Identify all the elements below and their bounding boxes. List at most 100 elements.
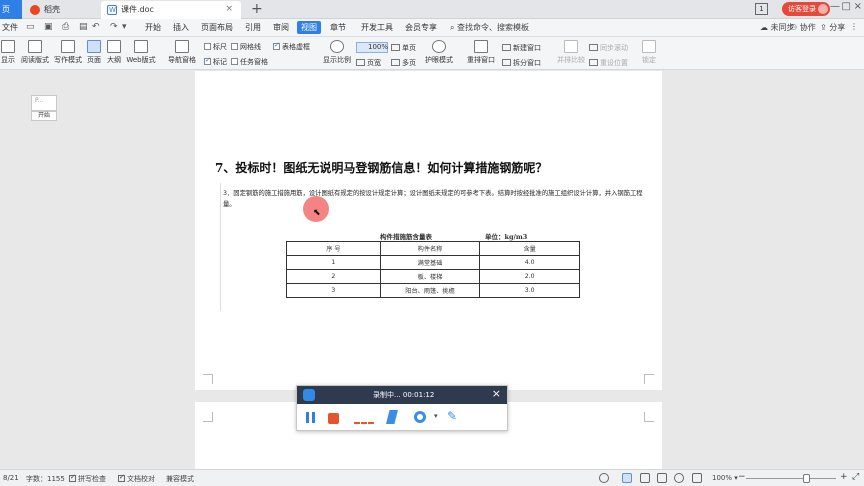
stop-icon[interactable] (328, 413, 339, 424)
home-tab[interactable]: 页 (0, 0, 22, 19)
print-preview-icon[interactable]: ▤ (79, 22, 88, 32)
ruler-checkbox[interactable]: 标尺 (204, 42, 227, 52)
side-by-side-button[interactable]: 并排比较 (556, 40, 586, 65)
menu-start[interactable]: 开始 (145, 22, 161, 33)
redo-icon[interactable]: ↷ (110, 22, 118, 32)
command-search[interactable]: ⌕ 查找命令、搜索模板 (450, 22, 529, 33)
screen-recorder-widget[interactable]: 录制中... 00:01:12 × ▾ ✎ (296, 385, 508, 431)
collab-button[interactable]: ⚇ 协作 (790, 22, 816, 33)
sync-scroll-button[interactable]: 同步滚动 (589, 43, 628, 53)
zoom-slider-handle[interactable] (803, 474, 810, 483)
sync-scroll-label: 同步滚动 (600, 44, 628, 52)
minimize-icon[interactable]: — (830, 1, 840, 12)
mouse-cursor-icon: ⬉ (313, 208, 321, 218)
write-view-icon[interactable] (692, 473, 702, 483)
table-cell: 满堂基础 (379, 255, 481, 270)
eye-mode-button[interactable]: 护眼模式 (424, 40, 454, 65)
tab-docer[interactable]: 稻壳 (24, 1, 100, 19)
multi-page-button[interactable]: 多页 (391, 58, 416, 68)
eye-icon[interactable] (599, 473, 609, 483)
recorder-logo-icon (303, 389, 315, 401)
writing-mode-button[interactable]: 写作模式 (52, 40, 84, 65)
lock-button[interactable]: 锁定 (639, 40, 659, 65)
highlighter-icon[interactable] (386, 410, 398, 424)
menu-chapter[interactable]: 章节 (330, 22, 346, 33)
zoom-slider-track[interactable] (746, 478, 836, 479)
docer-icon (30, 5, 40, 15)
menu-insert[interactable]: 插入 (173, 22, 189, 33)
table-header: 序 号 (286, 241, 381, 256)
split-window-button[interactable]: 拆分窗口 (502, 58, 541, 68)
tab-label: 课件.doc (121, 5, 154, 14)
outline-view-button[interactable]: 大纲 (105, 40, 123, 65)
visitor-login-button[interactable]: 访客登录 (782, 2, 830, 16)
word-doc-icon (107, 2, 117, 19)
web-view-icon[interactable] (674, 473, 684, 483)
camera-icon[interactable] (414, 411, 426, 423)
page-thumbnail[interactable]: P... (31, 95, 57, 111)
table-cell: 板、楼梯 (379, 269, 481, 284)
marks-checkbox[interactable]: 标记 (204, 56, 227, 67)
rearrange-window-button[interactable]: 重排窗口 (463, 40, 499, 65)
checkbox-box (273, 41, 280, 50)
zoom-scale-button[interactable]: 显示比例 (322, 40, 352, 65)
menu-view[interactable]: 视图 (297, 21, 321, 34)
save-icon[interactable]: ▣ (44, 22, 53, 32)
page-width-button[interactable]: 页宽 (356, 58, 381, 68)
fullscreen-icon[interactable]: ⤢ (852, 472, 859, 482)
grid-checkbox[interactable]: 网格线 (231, 42, 261, 52)
document-page[interactable]: 7、投标时！图纸无说明马登钢筋信息！如何计算措施钢筋呢？ 3．固定钢筋的施工措施… (195, 71, 662, 390)
line-tool-icon[interactable] (354, 422, 374, 424)
add-tab-button[interactable]: + (251, 0, 263, 18)
page-indicator[interactable]: 8/21 (3, 474, 19, 482)
menu-reference[interactable]: 引用 (245, 22, 261, 33)
new-window-button[interactable]: 新建窗口 (502, 43, 541, 53)
page-view-button[interactable]: 页面 (85, 40, 103, 65)
pencil-icon[interactable]: ✎ (447, 409, 457, 423)
show-button[interactable]: 显示 (0, 40, 16, 65)
zoom-100-button[interactable]: 100% (356, 42, 388, 53)
checkbox-box (231, 43, 238, 50)
single-page-button[interactable]: 单页 (391, 43, 416, 53)
reading-view-icon[interactable] (657, 473, 667, 483)
avatar (818, 4, 828, 14)
menu-developer[interactable]: 开发工具 (361, 22, 393, 33)
print-icon[interactable]: ⎙ (62, 22, 69, 32)
menu-review[interactable]: 审阅 (273, 22, 289, 33)
nav-pane-button[interactable]: 导航窗格 (164, 40, 200, 65)
reading-mode-button[interactable]: 阅读版式 (20, 40, 50, 65)
share-button[interactable]: ⇪ 分享 (820, 22, 845, 33)
table-virtual-checkbox[interactable]: 表格虚框 (273, 41, 310, 52)
proofread-button[interactable]: 文档校对 (118, 473, 155, 484)
search-icon: ⌕ (450, 23, 455, 32)
word-count[interactable]: 字数：1155 (26, 474, 65, 484)
zoom-dropdown[interactable]: 100% ▾ (712, 474, 738, 482)
share-icon: ⇪ (820, 23, 827, 32)
task-pane-checkbox[interactable]: 任务窗格 (231, 57, 268, 67)
zoom-in-icon[interactable]: + (840, 472, 848, 482)
open-folder-icon[interactable]: ▭ (26, 22, 35, 32)
camera-dropdown-icon[interactable]: ▾ (434, 412, 438, 420)
menu-layout[interactable]: 页面布局 (201, 22, 233, 33)
outline-view-icon[interactable] (640, 473, 650, 483)
recorder-header[interactable]: 录制中... 00:01:12 × (297, 386, 507, 404)
reset-position-button[interactable]: 重设位置 (589, 58, 628, 68)
web-view-button[interactable]: Web版式 (125, 40, 157, 65)
recorder-close-icon[interactable]: × (492, 387, 501, 400)
page-view-icon[interactable] (622, 473, 632, 483)
tab-document[interactable]: 课件.doc × (101, 1, 241, 19)
file-menu[interactable]: 文件 (2, 22, 18, 33)
undo-icon[interactable]: ↶ (92, 22, 100, 32)
spell-check-label: 拼写检查 (78, 475, 106, 483)
spell-check-toggle[interactable]: 拼写检查 (69, 473, 106, 484)
window-count-badge[interactable]: 1 (755, 3, 768, 15)
maximize-icon[interactable]: □ (842, 1, 851, 12)
more-icon[interactable]: ▾ (122, 22, 127, 32)
close-tab-icon[interactable]: × (225, 1, 233, 18)
pause-icon[interactable] (306, 412, 315, 423)
more-options-icon[interactable]: ⋮ (850, 22, 858, 31)
menu-member[interactable]: 会员专享 (405, 22, 437, 33)
table-row: 1 满堂基础 4.0 (286, 255, 580, 270)
zoom-out-icon[interactable]: − (738, 472, 746, 482)
close-window-icon[interactable]: × (854, 1, 862, 12)
